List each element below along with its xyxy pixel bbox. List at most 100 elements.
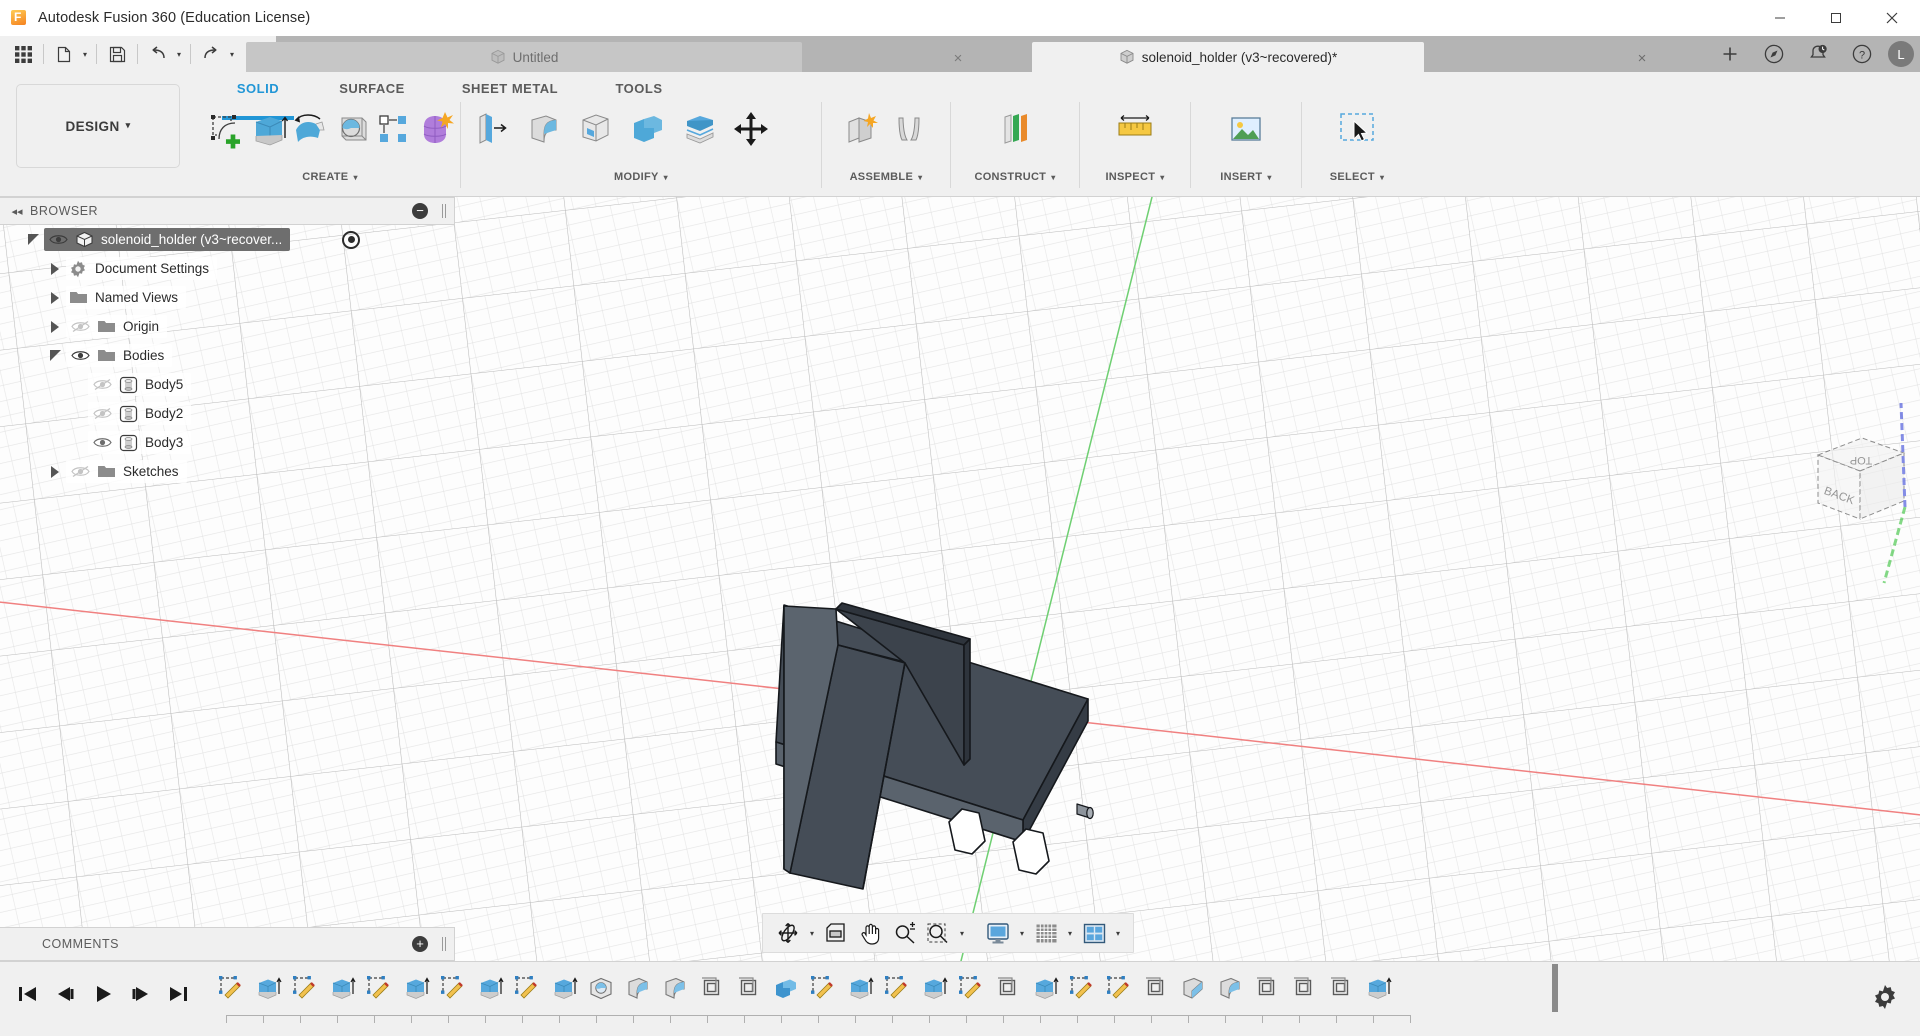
visibility-eye-icon[interactable] <box>44 225 72 254</box>
new-file-caret-icon[interactable]: ▾ <box>79 39 91 69</box>
pan-icon[interactable] <box>853 915 887 951</box>
undo-caret-icon[interactable]: ▾ <box>173 39 185 69</box>
user-avatar[interactable]: L <box>1888 41 1914 67</box>
insert-image-button[interactable] <box>1220 100 1272 158</box>
timeline-play-button[interactable] <box>84 974 122 1014</box>
comments-panel[interactable]: COMMENTS + <box>0 927 455 961</box>
timeline-feature-23-extrude[interactable] <box>1026 966 1063 1010</box>
timeline-feature-31-mirror[interactable] <box>1322 966 1359 1010</box>
press-pull-button[interactable] <box>465 100 517 158</box>
timeline-feature-18-extrude[interactable] <box>841 966 878 1010</box>
ribbon-group-label-modify[interactable]: MODIFY ▾ <box>461 162 821 192</box>
display-settings-caret-icon[interactable]: ▾ <box>1015 915 1029 951</box>
timeline-feature-28-fillet[interactable] <box>1211 966 1248 1010</box>
close-tab-solenoid-button[interactable]: × <box>1634 50 1650 66</box>
visibility-eye-icon[interactable] <box>66 341 94 370</box>
component-activate-radio[interactable] <box>342 231 360 249</box>
comments-resize-grip[interactable] <box>442 937 446 951</box>
extrude-button[interactable] <box>246 100 288 158</box>
combine-button[interactable] <box>621 100 673 158</box>
timeline-feature-13-fillet[interactable] <box>656 966 693 1010</box>
browser-collapse-icon[interactable]: ◂◂ <box>4 205 30 218</box>
joint-button[interactable] <box>886 100 938 158</box>
ribbon-group-label-inspect[interactable]: INSPECT ▾ <box>1080 162 1190 192</box>
offset-plane-button[interactable] <box>989 100 1041 158</box>
timeline-feature-25-sketch[interactable] <box>1100 966 1137 1010</box>
timeline-feature-29-mirror[interactable] <box>1248 966 1285 1010</box>
timeline-feature-17-sketch[interactable] <box>804 966 841 1010</box>
timeline-feature-1-sketch[interactable] <box>212 966 249 1010</box>
timeline-feature-6-extrude[interactable] <box>397 966 434 1010</box>
timeline-step-back-button[interactable] <box>46 974 84 1014</box>
zoom-icon[interactable] <box>887 915 921 951</box>
ribbon-group-label-select[interactable]: SELECT ▾ <box>1302 162 1412 192</box>
ribbon-group-label-construct[interactable]: CONSTRUCT ▾ <box>951 162 1079 192</box>
new-document-button[interactable] <box>1708 36 1752 72</box>
add-comment-button[interactable]: + <box>412 936 428 952</box>
expand-caret-icon[interactable] <box>44 283 66 312</box>
tree-item-body5[interactable]: Body5 <box>0 370 455 399</box>
timeline-feature-16-combine[interactable] <box>767 966 804 1010</box>
expand-caret-icon[interactable] <box>44 254 66 283</box>
timeline-go-end-button[interactable] <box>160 974 198 1014</box>
close-tab-untitled-button[interactable]: × <box>950 50 966 66</box>
ribbon-group-label-insert[interactable]: INSERT ▾ <box>1191 162 1301 192</box>
timeline-feature-12-fillet[interactable] <box>619 966 656 1010</box>
timeline-feature-3-sketch[interactable] <box>286 966 323 1010</box>
app-grid-icon[interactable] <box>8 39 38 69</box>
ribbon-group-label-assemble[interactable]: ASSEMBLE ▾ <box>822 162 950 192</box>
close-button[interactable] <box>1864 0 1920 36</box>
tree-item-named-views[interactable]: Named Views <box>0 283 455 312</box>
viewports-icon[interactable] <box>1077 915 1111 951</box>
save-icon[interactable] <box>102 39 132 69</box>
browser-minimize-button[interactable]: − <box>412 203 428 219</box>
timeline-feature-15-mirror[interactable] <box>730 966 767 1010</box>
tab-surface[interactable]: SURFACE <box>308 77 436 100</box>
revolve-button[interactable] <box>288 100 330 158</box>
orbit-caret-icon[interactable]: ▾ <box>805 915 819 951</box>
visibility-eye-hidden-icon[interactable] <box>88 399 116 428</box>
pattern-button[interactable] <box>372 100 414 158</box>
create-form-button[interactable] <box>414 100 456 158</box>
new-file-icon[interactable] <box>49 39 79 69</box>
tab-solid[interactable]: SOLID <box>208 77 308 100</box>
viewport-canvas[interactable]: TOP BACK ◂◂ BROWSER − <box>0 197 1920 961</box>
undo-icon[interactable] <box>143 39 173 69</box>
timeline-step-forward-button[interactable] <box>122 974 160 1014</box>
document-tab-solenoid-holder[interactable]: solenoid_holder (v3~recovered)* <box>1032 42 1424 72</box>
timeline-feature-24-sketch[interactable] <box>1063 966 1100 1010</box>
select-button[interactable] <box>1331 100 1383 158</box>
move-copy-button[interactable] <box>725 100 777 158</box>
tree-item-sketches[interactable]: Sketches <box>0 457 455 486</box>
viewports-caret-icon[interactable]: ▾ <box>1111 915 1125 951</box>
expand-caret-icon[interactable] <box>44 341 66 370</box>
tab-tools[interactable]: TOOLS <box>584 77 694 100</box>
tree-item-document-settings[interactable]: Document Settings <box>0 254 455 283</box>
timeline-feature-8-extrude[interactable] <box>471 966 508 1010</box>
timeline-feature-9-sketch[interactable] <box>508 966 545 1010</box>
zoom-window-icon[interactable] <box>921 915 955 951</box>
sweep-button[interactable] <box>330 100 372 158</box>
timeline-feature-21-sketch[interactable] <box>952 966 989 1010</box>
tree-item-solenoid-holder[interactable]: solenoid_holder (v3~recover... <box>0 225 455 254</box>
display-settings-icon[interactable] <box>981 915 1015 951</box>
visibility-eye-hidden-icon[interactable] <box>66 457 94 486</box>
new-component-button[interactable] <box>834 100 886 158</box>
timeline-feature-4-extrude[interactable] <box>323 966 360 1010</box>
document-tab-untitled[interactable]: Untitled <box>246 42 802 72</box>
timeline-feature-32-extrude[interactable] <box>1359 966 1396 1010</box>
zoom-window-caret-icon[interactable]: ▾ <box>955 915 969 951</box>
timeline-feature-22-mirror[interactable] <box>989 966 1026 1010</box>
tree-item-body3[interactable]: Body3 <box>0 428 455 457</box>
tree-item-origin[interactable]: Origin <box>0 312 455 341</box>
timeline-feature-27-chamfer[interactable] <box>1174 966 1211 1010</box>
timeline-go-start-button[interactable] <box>8 974 46 1014</box>
grid-snaps-caret-icon[interactable]: ▾ <box>1063 915 1077 951</box>
visibility-eye-hidden-icon[interactable] <box>66 312 94 341</box>
timeline-end-marker[interactable] <box>1552 964 1558 1012</box>
create-sketch-button[interactable] <box>204 100 246 158</box>
expand-caret-icon[interactable] <box>44 457 66 486</box>
timeline-feature-14-mirror[interactable] <box>693 966 730 1010</box>
shell-button[interactable] <box>569 100 621 158</box>
tab-sheet-metal[interactable]: SHEET METAL <box>436 77 584 100</box>
